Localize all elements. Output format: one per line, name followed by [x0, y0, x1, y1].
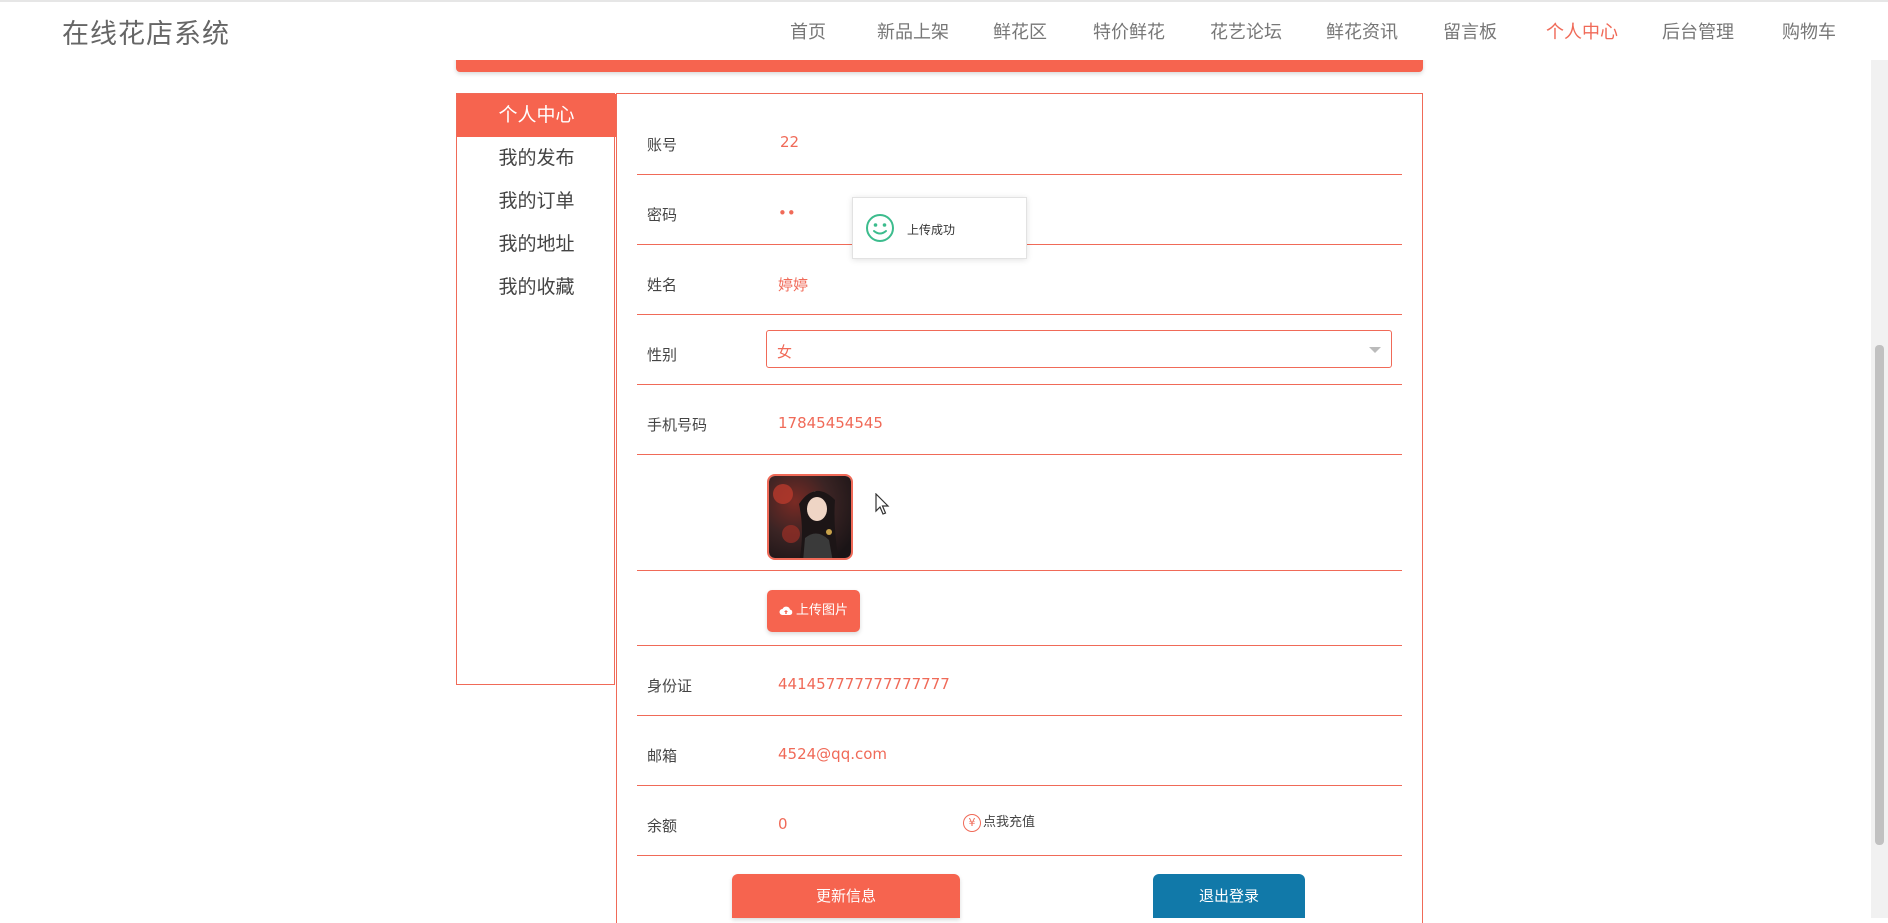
avatar-image — [767, 474, 853, 560]
nav-home[interactable]: 首页 — [790, 18, 826, 44]
smile-icon — [866, 214, 894, 242]
upload-row — [637, 570, 1402, 646]
account-field[interactable] — [778, 132, 1342, 152]
sidebar-item-my-posts[interactable]: 我的发布 — [457, 137, 616, 180]
nav-admin[interactable]: 后台管理 — [1662, 18, 1734, 44]
sidebar-item-my-favorites[interactable]: 我的收藏 — [457, 266, 616, 309]
top-navbar: 在线花店系统 首页 新品上架 鲜花区 特价鲜花 花艺论坛 鲜花资讯 留言板 个人… — [0, 0, 1888, 60]
chevron-down-icon — [1369, 347, 1381, 353]
upload-success-toast: 上传成功 — [852, 197, 1027, 259]
nav-forum[interactable]: 花艺论坛 — [1210, 18, 1282, 44]
account-row: 账号 — [637, 94, 1402, 175]
scrollbar-thumb[interactable] — [1875, 345, 1884, 845]
id-card-field[interactable]: 441457777777777777 — [778, 675, 1338, 693]
main-nav: 首页 新品上架 鲜花区 特价鲜花 花艺论坛 鲜花资讯 留言板 个人中心 后台管理… — [0, 18, 1888, 48]
account-label: 账号 — [647, 136, 678, 154]
page-scrollbar[interactable] — [1871, 0, 1888, 918]
nav-message-board[interactable]: 留言板 — [1443, 18, 1497, 44]
sidebar-item-my-addresses[interactable]: 我的地址 — [457, 223, 616, 266]
gender-label: 性别 — [647, 346, 678, 364]
nav-flowers[interactable]: 鲜花区 — [993, 18, 1047, 44]
id-card-row: 身份证 441457777777777777 — [637, 645, 1402, 716]
sidebar-item-personal-center[interactable]: 个人中心 — [457, 94, 616, 137]
name-label: 姓名 — [647, 276, 678, 294]
recharge-label: 点我充值 — [983, 815, 1036, 830]
recharge-link[interactable]: ¥ 点我充值 — [963, 811, 1035, 832]
id-card-label: 身份证 — [647, 677, 693, 695]
email-label: 邮箱 — [647, 747, 678, 765]
balance-field: 0 — [778, 815, 788, 833]
name-field[interactable]: 婷婷 — [778, 274, 1338, 295]
email-row: 邮箱 4524@qq.com — [637, 715, 1402, 786]
balance-label: 余额 — [647, 817, 678, 835]
email-field[interactable]: 4524@qq.com — [778, 745, 1338, 763]
phone-field[interactable]: 17845454545 — [778, 414, 1338, 432]
upload-image-label: 上传图片 — [795, 603, 848, 618]
cloud-upload-icon — [779, 606, 793, 615]
mouse-cursor-icon — [875, 493, 890, 515]
upload-image-button[interactable]: 上传图片 — [767, 590, 860, 632]
nav-specials[interactable]: 特价鲜花 — [1093, 18, 1165, 44]
avatar-row — [637, 454, 1402, 571]
phone-row: 手机号码 17845454545 — [637, 384, 1402, 455]
nav-news[interactable]: 鲜花资讯 — [1326, 18, 1398, 44]
password-label: 密码 — [647, 206, 678, 224]
phone-label: 手机号码 — [647, 416, 708, 434]
gender-selected-value: 女 — [777, 343, 793, 361]
sidebar-menu: 个人中心 我的发布 我的订单 我的地址 我的收藏 — [456, 93, 616, 685]
gender-row: 性别 女 — [637, 314, 1402, 385]
gender-select[interactable]: 女 — [766, 330, 1392, 368]
sidebar-item-my-orders[interactable]: 我的订单 — [457, 180, 616, 223]
yen-icon: ¥ — [963, 813, 981, 832]
update-info-button[interactable]: 更新信息 — [732, 874, 960, 918]
nav-new-products[interactable]: 新品上架 — [877, 18, 949, 44]
nav-personal-center[interactable]: 个人中心 — [1546, 18, 1618, 44]
toast-message: 上传成功 — [907, 223, 956, 237]
logout-button[interactable]: 退出登录 — [1153, 874, 1305, 918]
nav-cart[interactable]: 购物车 — [1782, 18, 1836, 44]
